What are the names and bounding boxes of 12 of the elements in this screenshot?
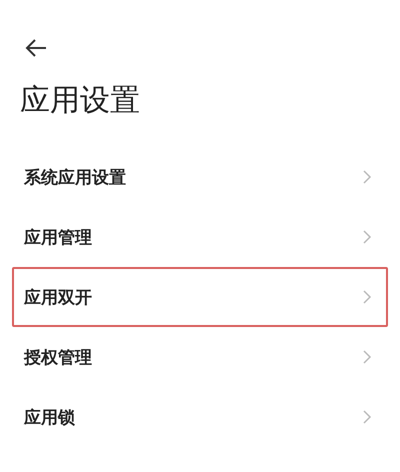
- chevron-icon: [362, 289, 372, 305]
- settings-row[interactable]: 应用管理: [12, 207, 388, 267]
- chevron-icon: [362, 349, 372, 365]
- back-arrow-icon[interactable]: [24, 38, 48, 58]
- settings-row[interactable]: 授权管理: [12, 327, 388, 387]
- settings-row[interactable]: 应用锁: [12, 387, 388, 447]
- chevron-icon: [362, 409, 372, 425]
- page-title: 应用设置: [20, 82, 141, 120]
- settings-row[interactable]: 系统应用设置: [12, 147, 388, 207]
- highlighted-settings-row[interactable]: 应用双开: [12, 267, 388, 327]
- chevron-icon: [362, 229, 372, 245]
- chevron-icon: [362, 169, 372, 185]
